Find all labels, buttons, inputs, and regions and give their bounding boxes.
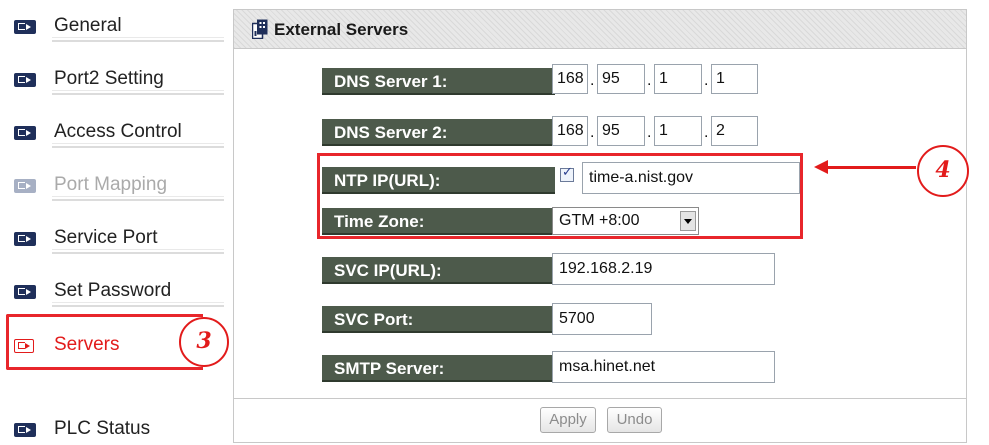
divider [52, 90, 224, 95]
ntp-timezone-highlight-box [317, 153, 803, 239]
apply-button[interactable]: Apply [540, 407, 596, 433]
dns1-octet-2-input[interactable]: 95 [597, 64, 645, 94]
divider [52, 196, 224, 201]
octet-separator: . [647, 72, 652, 89]
panel-footer-divider [234, 398, 966, 399]
panel-header: External Servers [234, 10, 966, 49]
arrow-right-box-icon [14, 232, 36, 246]
divider [52, 143, 224, 148]
smtp-server-label: SMTP Server: [322, 355, 555, 382]
sidebar-item-port2-setting[interactable]: Port2 Setting [14, 57, 224, 95]
dns1-octet-1-input[interactable]: 168 [552, 64, 588, 94]
server-icon [252, 19, 268, 39]
octet-separator: . [704, 72, 709, 89]
dns2-octet-3-input[interactable]: 1 [654, 116, 702, 146]
sidebar-item-label: Port2 Setting [54, 68, 164, 89]
smtp-server-input[interactable]: msa.hinet.net [552, 351, 775, 383]
undo-button[interactable]: Undo [607, 407, 662, 433]
divider [52, 249, 224, 254]
dns-server-1-label: DNS Server 1: [322, 68, 555, 95]
sidebar-item-general[interactable]: General [14, 4, 224, 42]
divider [52, 302, 224, 307]
sidebar-item-label: Service Port [54, 227, 158, 248]
divider [52, 37, 224, 42]
arrow-right-box-icon [14, 179, 36, 193]
panel-title: External Servers [274, 20, 409, 39]
dns2-octet-1-input[interactable]: 168 [552, 116, 588, 146]
callout-arrow-line [826, 166, 916, 169]
svc-port-label: SVC Port: [322, 306, 555, 333]
octet-separator: . [704, 124, 709, 141]
arrow-right-box-icon [14, 20, 36, 34]
sidebar-item-label: General [54, 15, 122, 36]
arrow-right-box-icon [14, 73, 36, 87]
sidebar-item-set-password[interactable]: Set Password [14, 269, 224, 307]
sidebar-item-plc-status[interactable]: PLC Status [14, 407, 224, 445]
arrow-right-box-icon [14, 126, 36, 140]
dns1-octet-3-input[interactable]: 1 [654, 64, 702, 94]
sidebar-item-port-mapping: Port Mapping [14, 163, 224, 201]
sidebar-item-label: Access Control [54, 121, 182, 142]
sidebar-item-service-port[interactable]: Service Port [14, 216, 224, 254]
dns2-octet-4-input[interactable]: 2 [711, 116, 758, 146]
sidebar-item-label: Set Password [54, 280, 172, 301]
servers-highlight-box [6, 314, 203, 370]
dns1-octet-4-input[interactable]: 1 [711, 64, 758, 94]
octet-separator: . [590, 124, 595, 141]
arrow-right-box-icon [14, 423, 36, 437]
svc-port-input[interactable]: 5700 [552, 303, 652, 335]
sidebar-nav: General Port2 Setting Access Control Por… [0, 0, 230, 445]
sidebar-item-label: Port Mapping [54, 174, 168, 195]
sidebar-item-label: PLC Status [54, 418, 151, 439]
octet-separator: . [590, 72, 595, 89]
callout-badge-3: 3 [179, 317, 229, 367]
dns2-octet-2-input[interactable]: 95 [597, 116, 645, 146]
arrow-right-box-icon [14, 285, 36, 299]
dns-server-2-label: DNS Server 2: [322, 119, 555, 146]
sidebar-item-access-control[interactable]: Access Control [14, 110, 224, 148]
svc-ip-label: SVC IP(URL): [322, 257, 555, 284]
svc-ip-input[interactable]: 192.168.2.19 [552, 253, 775, 285]
octet-separator: . [647, 124, 652, 141]
callout-badge-4: 4 [917, 145, 969, 197]
